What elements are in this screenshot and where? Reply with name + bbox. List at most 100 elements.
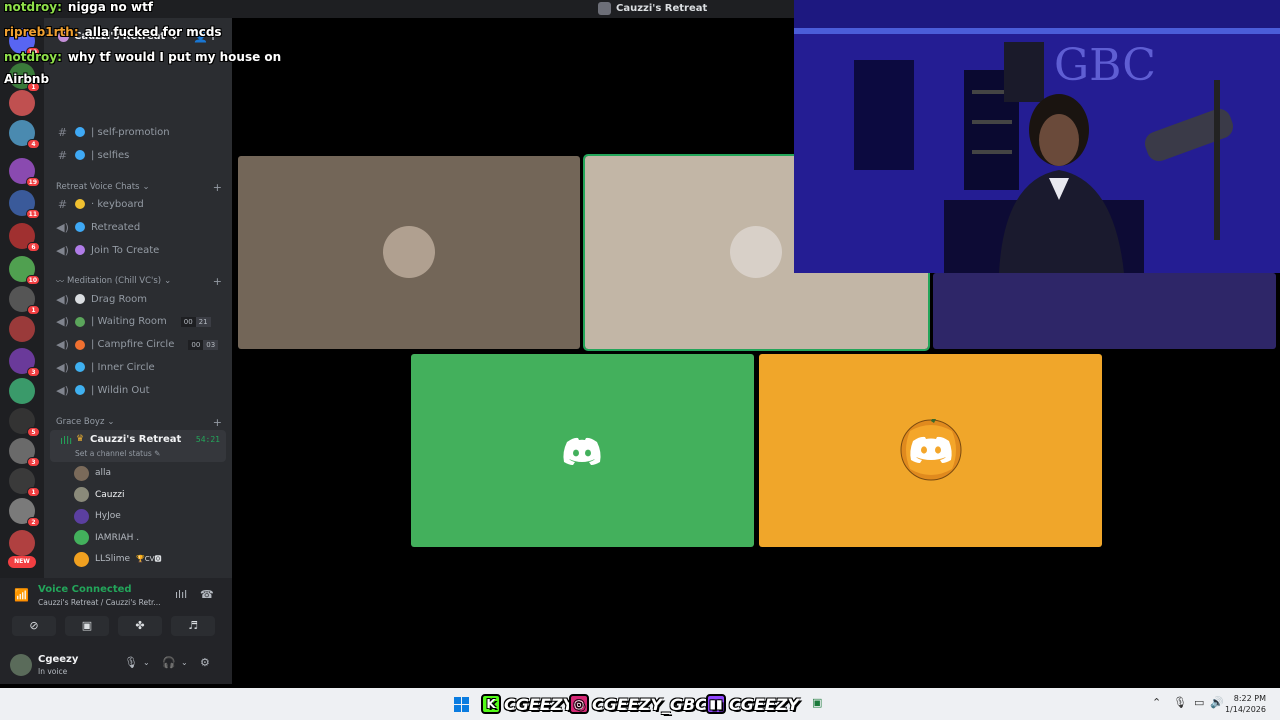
disconnect-icon[interactable]: ☎ <box>200 588 214 601</box>
server-icon[interactable]: 4 <box>9 120 40 149</box>
voice-timer: 54:21 <box>195 435 220 444</box>
chat-text: why tf would I put my house on <box>67 50 282 64</box>
voice-user[interactable]: alla <box>74 463 111 483</box>
server-icon[interactable]: 1 <box>9 468 40 497</box>
channel-label: | self-promotion <box>91 126 170 138</box>
voice-user-name: Cauzzi <box>95 489 125 500</box>
text-channel-icon: # <box>57 148 68 162</box>
headphones-icon[interactable]: 🎧 <box>162 656 176 669</box>
social-handle-text: CGEEZY <box>504 694 574 714</box>
category-label: Meditation (Chill VC's) <box>67 276 162 286</box>
chevron-down-icon[interactable]: ⌄ <box>143 658 150 667</box>
server-icon[interactable]: 5 <box>9 408 40 437</box>
count-value: 00 <box>188 339 204 350</box>
noise-suppression-icon[interactable]: ılıl <box>175 588 187 601</box>
chat-message: ripreb1rth: alla fucked for mcds <box>4 25 222 39</box>
server-icon[interactable]: 2 <box>9 498 40 527</box>
signal-icon[interactable]: 📶 <box>14 588 29 602</box>
channel-item[interactable]: # | selfies <box>56 145 129 165</box>
server-icon[interactable]: 6 <box>9 223 40 252</box>
microphone-tray-icon[interactable]: 🎙 <box>1173 696 1187 709</box>
screen-share-button[interactable]: ▣ <box>65 616 109 636</box>
voice-channel-icon: ◀) <box>56 315 69 329</box>
avatar <box>74 465 89 481</box>
server-icon[interactable]: 11 <box>9 190 40 219</box>
channel-status[interactable]: Set a channel status ✎ <box>75 449 160 458</box>
chat-message: notdroy: why tf would I put my house on <box>4 50 281 64</box>
avatar <box>74 551 89 567</box>
channel-item[interactable]: # | self-promotion <box>56 122 170 142</box>
channel-emoji-icon <box>75 245 85 255</box>
category-grace[interactable]: Grace Boyz ⌄ + <box>56 415 226 429</box>
server-icon <box>598 2 611 15</box>
video-tile[interactable] <box>759 354 1102 547</box>
chevron-down-icon[interactable]: ⌄ <box>181 658 188 667</box>
server-icon[interactable]: 19 <box>9 158 40 187</box>
server-icon[interactable] <box>9 316 35 342</box>
screen: Cauzzi's Retreat 19 1 4 19 11 6 10 1 3 5 3 1 2 NEW C… <box>0 0 1280 720</box>
clock-date: 1/14/2026 <box>1224 705 1266 714</box>
voice-status[interactable]: Voice Connected <box>38 584 132 595</box>
channel-item[interactable]: ◀) Join To Create <box>56 240 159 260</box>
channel-emoji-icon <box>75 127 85 137</box>
channel-item[interactable]: ◀) | Campfire Circle 00 03 <box>56 335 219 355</box>
user-count-badge: 00 03 <box>188 339 219 350</box>
channel-item[interactable]: ◀) | Wildin Out <box>56 380 149 400</box>
participant-avatar <box>383 226 435 278</box>
add-channel-icon[interactable]: + <box>213 181 222 194</box>
channel-emoji-icon <box>75 222 85 232</box>
voice-user[interactable]: LLSlime 🏆CV🅾 <box>74 549 161 569</box>
crown-icon: ♛ <box>76 434 85 444</box>
terminal-icon[interactable]: ▣ <box>812 696 822 709</box>
count-value: 00 <box>180 316 196 327</box>
video-tile[interactable] <box>933 273 1276 349</box>
system-clock[interactable]: 8:22 PM 1/14/2026 <box>1225 693 1266 715</box>
voice-channel-icon: ◀) <box>56 220 69 234</box>
display-icon[interactable]: ▭ <box>1194 696 1204 709</box>
webcam-feed-image: GBC <box>794 0 1280 273</box>
channel-label: · keyboard <box>91 198 144 210</box>
voice-user[interactable]: HyJoe <box>74 506 121 526</box>
new-badge: NEW <box>8 556 36 568</box>
video-tile[interactable] <box>411 354 754 547</box>
server-icon[interactable]: 10 <box>9 256 40 285</box>
soundboard-button[interactable]: ♬ <box>171 616 215 636</box>
server-icon[interactable] <box>9 378 35 404</box>
server-icon[interactable] <box>9 530 35 556</box>
voice-channel-icon: ◀) <box>56 383 69 397</box>
webcam-sign-text: GBC <box>1054 40 1156 91</box>
user-panel: Cgeezy In voice 🎙 ⌄ 🎧 ⌄ ⚙ <box>0 646 232 684</box>
mention-badge: 10 <box>25 275 40 285</box>
voice-user[interactable]: Cauzzi <box>74 485 124 505</box>
social-handle-text: CGEEZY_GBC <box>592 694 707 714</box>
add-channel-icon[interactable]: + <box>213 275 222 288</box>
server-icon[interactable] <box>9 90 35 116</box>
camera-off-button[interactable]: ⊘ <box>12 616 56 636</box>
category-retreat[interactable]: Retreat Voice Chats ⌄ + <box>56 180 226 194</box>
server-icon[interactable]: 3 <box>9 438 40 467</box>
gear-icon[interactable]: ⚙ <box>200 656 210 669</box>
mention-badge: 6 <box>27 242 40 252</box>
channel-item[interactable]: ◀) Retreated <box>56 217 140 237</box>
activities-button[interactable]: ✤ <box>118 616 162 636</box>
server-icon[interactable]: 3 <box>9 348 40 377</box>
server-icon[interactable]: 1 <box>9 286 40 315</box>
microphone-icon[interactable]: 🎙 <box>124 656 138 669</box>
windows-start-icon[interactable] <box>454 697 469 712</box>
channel-label: Join To Create <box>91 244 160 256</box>
active-voice-channel[interactable]: ıllı ♛ Cauzzi's Retreat 54:21 Set a chan… <box>50 430 226 462</box>
channel-emoji-icon <box>75 362 85 373</box>
channel-item[interactable]: ◀) | Waiting Room 00 21 <box>56 312 211 332</box>
video-tile[interactable] <box>238 156 580 349</box>
channel-item[interactable]: # · keyboard <box>56 194 144 214</box>
avatar[interactable] <box>10 654 32 676</box>
voice-user[interactable]: IAMRIAH . <box>74 528 139 548</box>
add-channel-icon[interactable]: + <box>213 416 222 429</box>
volume-icon[interactable]: 🔊 <box>1210 696 1224 709</box>
category-meditation[interactable]: 〰 Meditation (Chill VC's) ⌄ + <box>56 274 226 288</box>
chevron-up-icon[interactable]: ⌃ <box>1152 696 1161 709</box>
chat-username: notdroy: <box>4 50 62 64</box>
user-status: In voice <box>38 667 68 676</box>
channel-item[interactable]: ◀) Drag Room <box>56 289 147 309</box>
channel-item[interactable]: ◀) | Inner Circle <box>56 357 155 377</box>
